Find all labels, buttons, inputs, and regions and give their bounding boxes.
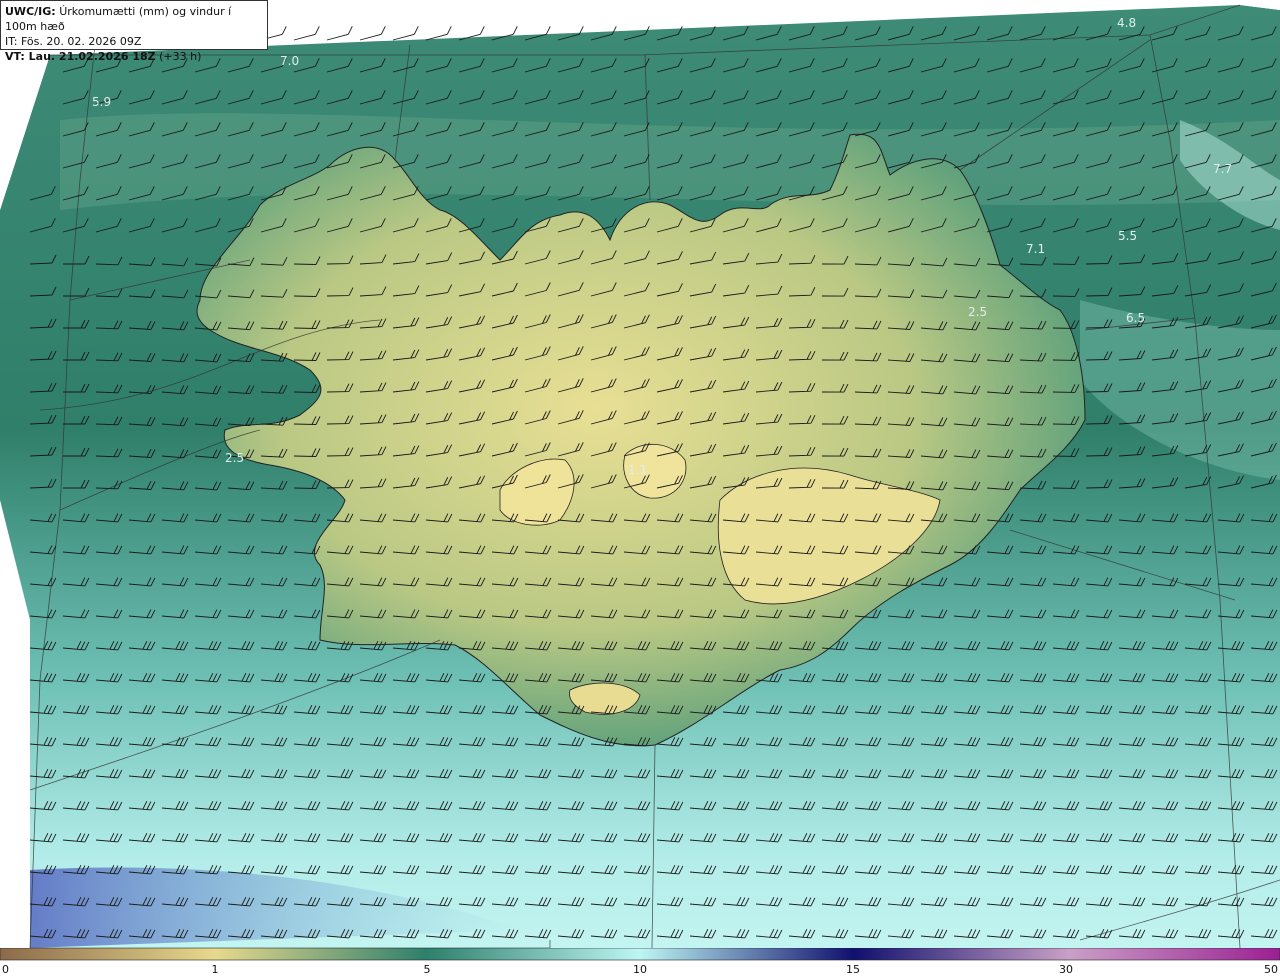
wind-barb xyxy=(359,26,386,41)
wind-barb xyxy=(326,26,353,41)
precipitation-wind-map: 4.8 7.0 5.9 7.7 7.1 5.5 2.5 6.5 2.5 1.1 xyxy=(0,0,1280,948)
valid-time: VT: Lau. 21.02.2026 18Z xyxy=(5,50,156,63)
map-label: 7.7 xyxy=(1213,162,1232,176)
colorbar-tick: 15 xyxy=(846,963,860,976)
map-label: 2.5 xyxy=(968,305,987,319)
map-label: 1.1 xyxy=(628,463,647,477)
model-label: UWC/IG: xyxy=(5,5,56,18)
colorbar-tick: 1 xyxy=(211,963,219,976)
map-label: 2.5 xyxy=(225,451,244,465)
map-label: 7.1 xyxy=(1026,242,1045,256)
colorbar-tick: 5 xyxy=(423,963,431,976)
colorbar-tick: 50 xyxy=(1264,963,1278,976)
map-label: 6.5 xyxy=(1126,311,1145,325)
colorbar-tick: 0 xyxy=(2,963,9,976)
map-header: UWC/IG: Úrkomumætti (mm) og vindur í 100… xyxy=(0,0,268,63)
wind-barb xyxy=(392,26,419,41)
map-stage: 4.8 7.0 5.9 7.7 7.1 5.5 2.5 6.5 2.5 1.1 … xyxy=(0,0,1280,978)
map-label: 5.5 xyxy=(1118,229,1137,243)
map-label: 4.8 xyxy=(1117,16,1136,30)
map-label: 5.9 xyxy=(92,95,111,109)
wind-barb xyxy=(293,26,320,41)
initial-time: IT: Fös. 20. 02. 2026 09Z xyxy=(5,35,142,48)
colorbar-tick: 10 xyxy=(633,963,647,976)
colorbar-tick: 30 xyxy=(1059,963,1073,976)
valid-offset: (+33 h) xyxy=(159,50,202,63)
map-label: 7.0 xyxy=(280,54,299,68)
wind-barb xyxy=(425,26,452,41)
